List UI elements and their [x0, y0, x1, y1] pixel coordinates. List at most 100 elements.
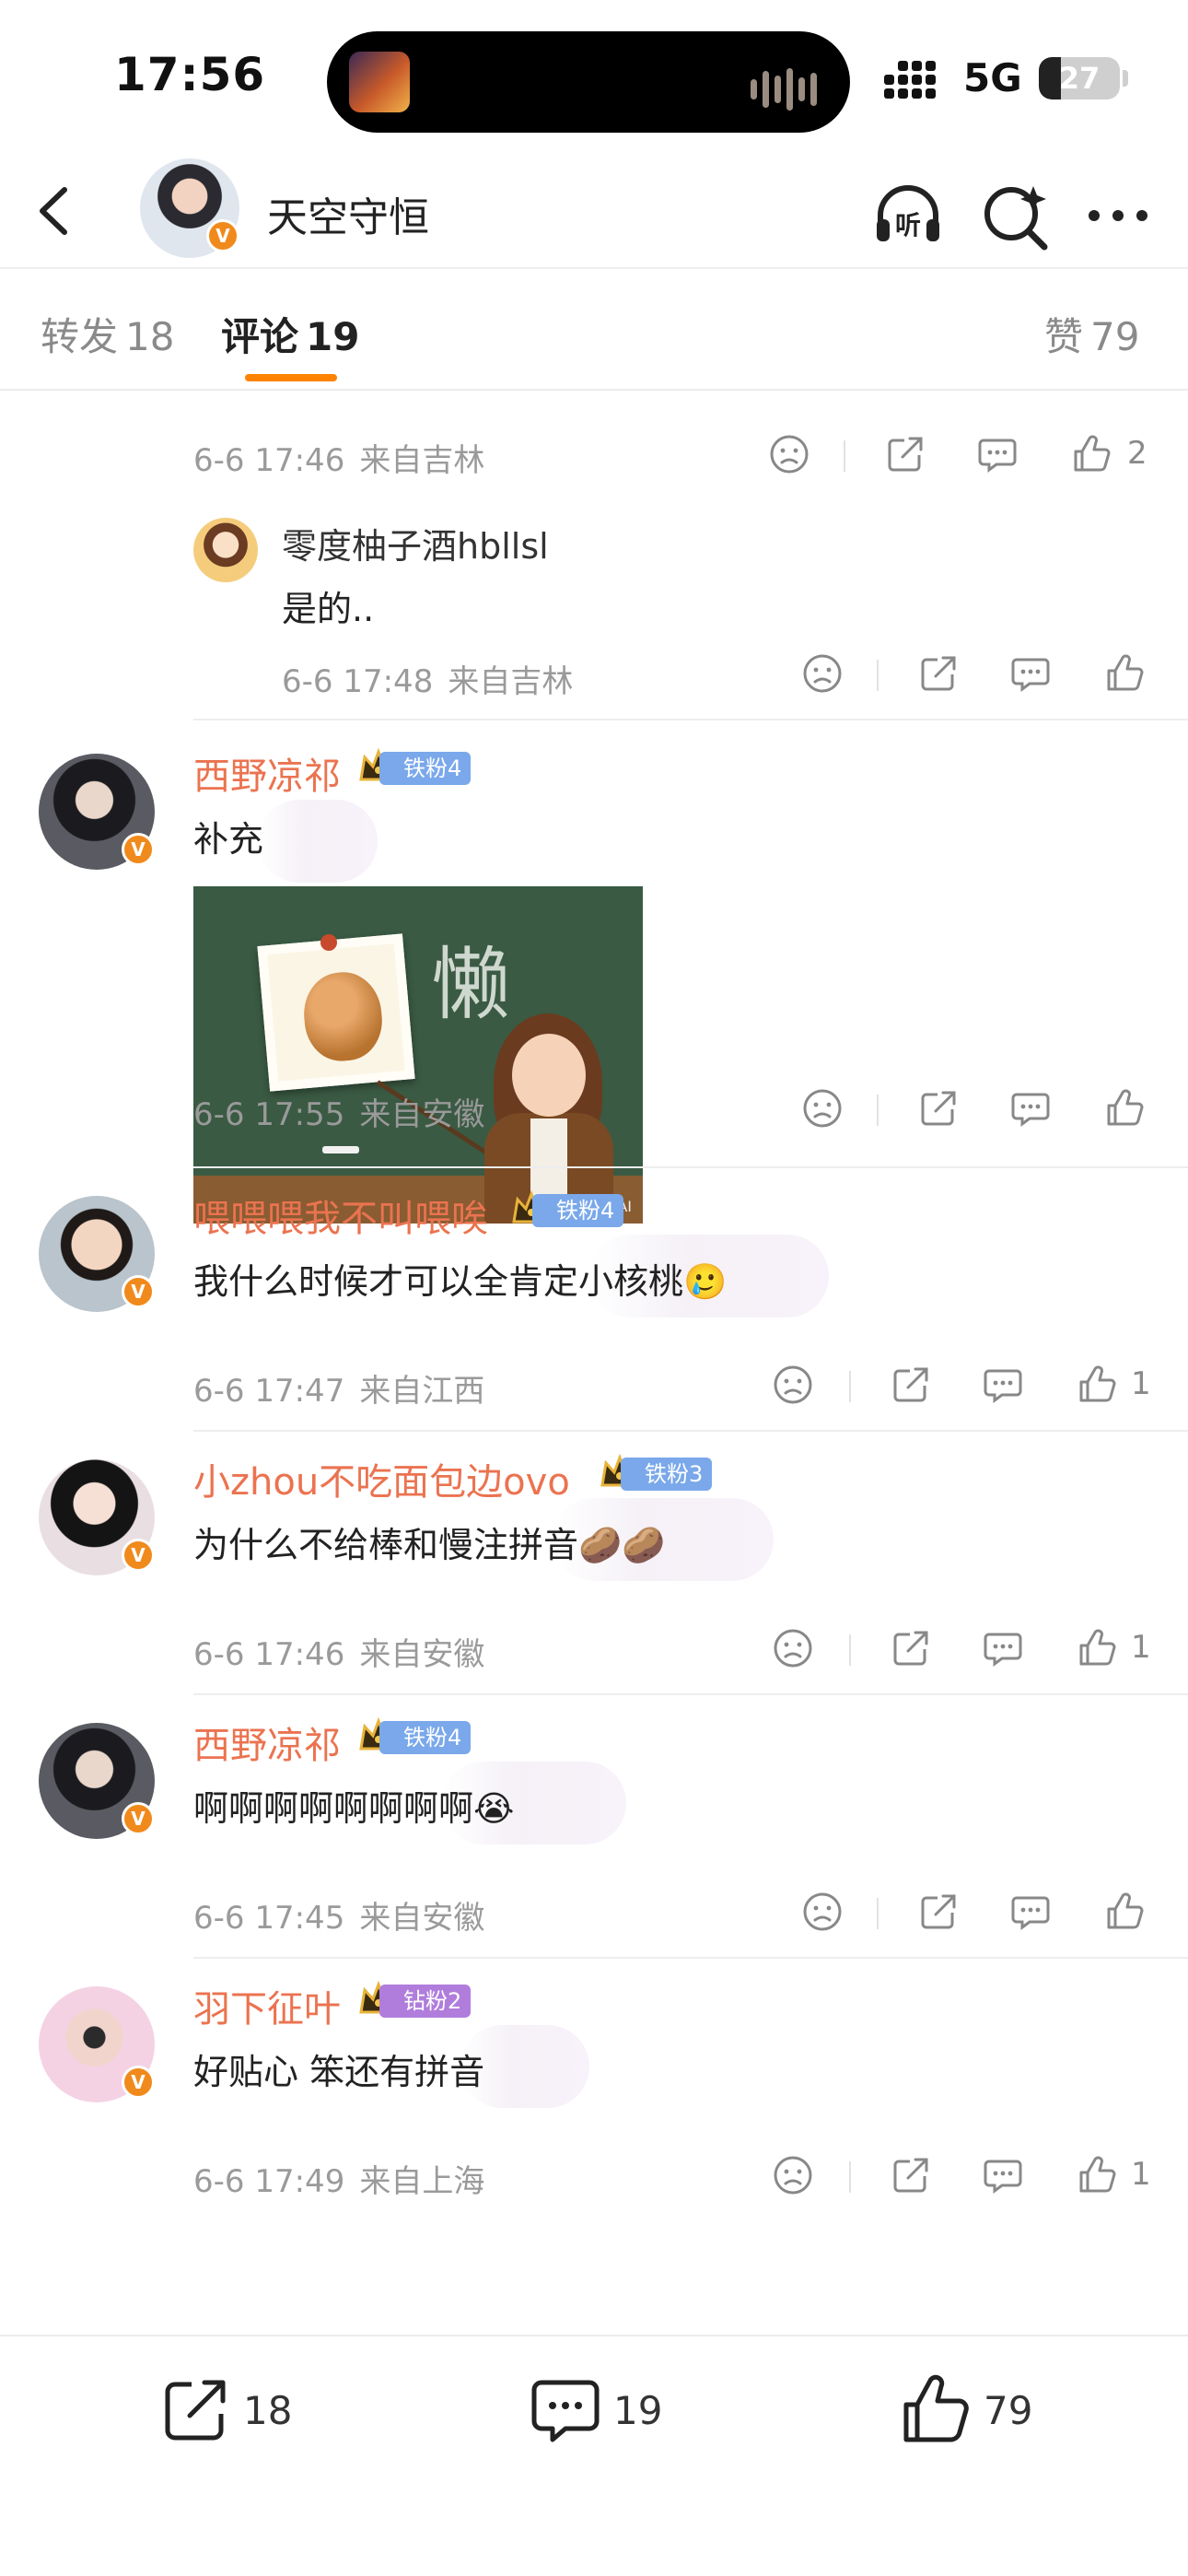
reply-comment-icon[interactable] [1009, 1087, 1052, 1130]
reply-comment-icon[interactable] [1009, 652, 1052, 695]
top-nav-bar: V 天空守恒 听 [0, 157, 1188, 269]
comment-bubble-decoration [258, 800, 378, 883]
reply-text: 是的.. [282, 589, 375, 629]
repost-icon [165, 2380, 226, 2441]
dislike-face-icon[interactable] [772, 2154, 814, 2196]
fan-level-badge: 铁粉4 [379, 752, 472, 785]
comment-time: 6-6 17:45 [193, 1900, 345, 1937]
repost-button[interactable]: 18 [158, 2373, 315, 2447]
repost-count: 18 [243, 2388, 293, 2433]
tab-repost[interactable]: 转发 18 [41, 306, 174, 362]
tab-comments[interactable]: 评论 19 [221, 306, 359, 362]
comment-meta: 6-6 17:45 来自安徽 [193, 1892, 484, 1938]
like-thumb-icon[interactable] [1103, 1891, 1146, 1933]
like-thumb-icon[interactable] [1103, 652, 1146, 695]
comment-text: 为什么不给棒和慢注拼音🥔🥔 [193, 1525, 666, 1565]
action-separator [849, 2161, 851, 2193]
author-name[interactable]: 天空守恒 [267, 184, 429, 243]
dislike-face-icon[interactable] [801, 1891, 844, 1933]
like-count: 79 [984, 2388, 1033, 2433]
comment-divider [193, 719, 1188, 720]
comment-button[interactable]: 19 [529, 2373, 685, 2447]
action-separator [877, 1898, 879, 1929]
share-icon[interactable] [890, 2154, 932, 2196]
reply-comment-icon[interactable] [982, 1364, 1024, 1406]
commenter-name[interactable]: 西野凉祁 [193, 1715, 341, 1769]
comment-location: 来自安徽 [359, 1900, 485, 1937]
dynamic-island[interactable] [327, 31, 850, 133]
comment-feed[interactable]: 6-6 17:46 来自吉林 2 零度柚子酒hbllsl 是的.. 6-6 17:… [0, 392, 1188, 2335]
comment-meta: 6-6 17:55 来自安徽 [193, 1089, 484, 1134]
like-thumb-icon[interactable] [1103, 1087, 1146, 1130]
tab-comments-label: 评论 [221, 314, 299, 359]
share-icon[interactable] [884, 433, 926, 475]
comment-location: 来自吉林 [359, 442, 485, 479]
comment-text: 好贴心 笨还有拼音 [193, 2052, 485, 2092]
bottom-action-bar: 18 19 79 [0, 2335, 1188, 2576]
like-thumb-icon[interactable] [1076, 1627, 1118, 1669]
comment-divider [193, 1166, 1188, 1168]
listen-headphones-icon[interactable]: 听 [869, 177, 947, 254]
comment-location: 来自江西 [359, 1373, 485, 1410]
reply-comment-icon[interactable] [982, 1627, 1024, 1669]
like-thumb-icon[interactable] [1070, 433, 1112, 475]
comment-actions [801, 1087, 1151, 1133]
share-icon[interactable] [917, 652, 960, 695]
commenter-name[interactable]: 羽下征叶 [193, 1979, 341, 2032]
comment-actions: 2 [768, 433, 1155, 479]
comment-meta: 6-6 17:46 来自安徽 [193, 1629, 484, 1674]
reply-comment-icon[interactable] [982, 2154, 1024, 2196]
like-count: 2 [1127, 435, 1147, 472]
now-playing-artwork [349, 52, 410, 112]
dislike-face-icon[interactable] [801, 652, 844, 695]
tab-likes[interactable]: 赞 79 [1044, 306, 1139, 362]
active-tab-indicator [245, 374, 337, 381]
comment-image[interactable]: 懒 哥哥AI [193, 886, 643, 1224]
comment-meta: 6-6 17:49 来自上海 [193, 2156, 484, 2201]
comment-divider [193, 1693, 1188, 1695]
dislike-face-icon[interactable] [772, 1364, 814, 1406]
reply-comment-icon[interactable] [976, 433, 1019, 475]
share-icon[interactable] [917, 1891, 960, 1933]
more-dots-icon[interactable] [1079, 177, 1157, 254]
reply-comment-icon[interactable] [1009, 1891, 1052, 1933]
commenter-name[interactable]: 小zhou不吃面包边ovo [193, 1452, 570, 1505]
audio-wave-icon [751, 68, 817, 111]
commenter-name[interactable]: 西野凉祁 [193, 746, 341, 800]
battery-cap [1123, 70, 1128, 87]
reply-user-name[interactable]: 零度柚子酒hbllsl [282, 518, 549, 568]
comment-time: 6-6 17:55 [193, 1096, 345, 1133]
chalkboard-character: 懒 [431, 939, 510, 1031]
comment-time: 6-6 17:46 [193, 442, 345, 479]
status-bar: 17:56 5G 27 [0, 0, 1188, 157]
tab-likes-count: 79 [1090, 314, 1140, 359]
comment-location: 来自上海 [359, 2163, 485, 2200]
comment-location: 来自安徽 [359, 1636, 485, 1673]
share-icon[interactable] [890, 1627, 932, 1669]
comment-meta: 6-6 17:47 来自江西 [193, 1365, 484, 1411]
comment-actions: 1 [772, 1364, 1159, 1410]
share-icon[interactable] [917, 1087, 960, 1130]
comment-divider [193, 1430, 1188, 1432]
comment-time: 6-6 17:46 [193, 1636, 345, 1673]
comment-meta: 6-6 17:46 来自吉林 [193, 435, 484, 480]
verified-badge-icon: V [206, 219, 239, 252]
verified-badge-icon: V [122, 1802, 155, 1835]
commenter-name[interactable]: 喂喂喂我不叫喂唉 [193, 1188, 488, 1242]
action-separator [849, 1371, 851, 1402]
comment-time: 6-6 17:49 [193, 2163, 345, 2200]
back-chevron-icon[interactable] [24, 179, 88, 243]
search-sparkle-icon[interactable] [976, 177, 1054, 254]
cellular-signal-icon [884, 61, 936, 99]
dislike-face-icon[interactable] [801, 1087, 844, 1130]
like-button[interactable]: 79 [899, 2373, 1055, 2447]
action-separator [877, 1095, 879, 1126]
dislike-face-icon[interactable] [768, 433, 810, 475]
reply-avatar[interactable] [193, 518, 258, 582]
dislike-face-icon[interactable] [772, 1627, 814, 1669]
like-thumb-icon[interactable] [1076, 1364, 1118, 1406]
comment-actions [801, 1891, 1151, 1937]
share-icon[interactable] [890, 1364, 932, 1406]
chalk-piece [322, 1146, 359, 1153]
like-thumb-icon[interactable] [1076, 2154, 1118, 2196]
